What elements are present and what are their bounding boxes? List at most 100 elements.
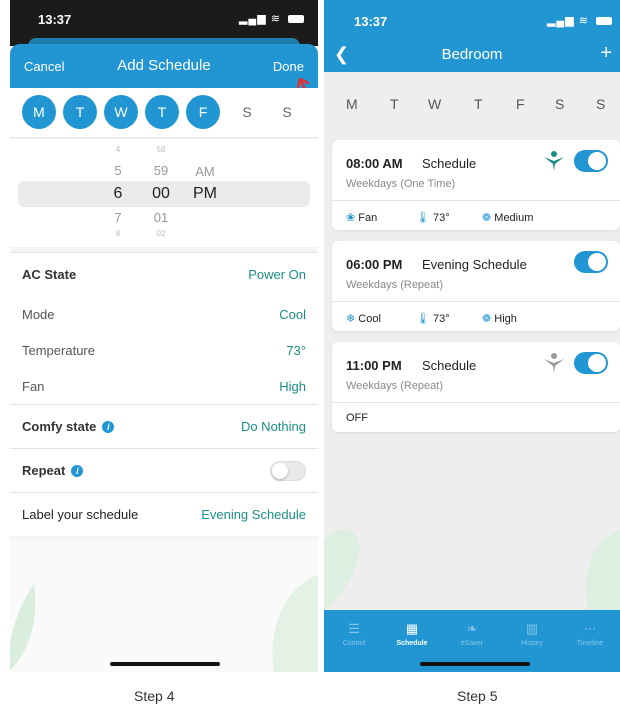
schedule-card[interactable]: 08:00 AM Schedule Weekdays (One Time) ❀ …	[332, 140, 620, 230]
temperature-value[interactable]: 73°	[286, 343, 306, 358]
leaf-decoration-icon	[272, 574, 318, 672]
item-text: Medium	[494, 212, 534, 224]
schedule-toggle[interactable]	[574, 251, 608, 273]
status-time: 13:37	[38, 12, 72, 27]
day-wednesday[interactable]: W	[428, 96, 441, 112]
comfy-state-label: Comfy state i	[22, 419, 115, 434]
schedule-card[interactable]: 06:00 PM Evening Schedule Weekdays (Repe…	[332, 241, 620, 331]
schedule-label-row[interactable]: Label your schedule Evening Schedule	[10, 492, 318, 536]
status-icons: ▂▄▆ ≋	[547, 14, 612, 27]
day-label: S	[282, 104, 292, 120]
picker-minute[interactable]: 58	[148, 145, 174, 154]
comfy-state-value[interactable]: Do Nothing	[241, 419, 306, 434]
day-saturday[interactable]: S	[555, 96, 564, 112]
picker-pm-selected[interactable]: PM	[190, 185, 220, 203]
comfy-person-icon	[544, 353, 564, 373]
picker-hour[interactable]: 5	[108, 163, 128, 178]
mode-value[interactable]: Cool	[279, 307, 306, 322]
add-schedule-button[interactable]: +	[600, 42, 612, 65]
repeat-toggle[interactable]	[270, 461, 306, 481]
leaf-decoration-icon	[585, 530, 620, 610]
fan-speed-item: ❁ Medium	[482, 211, 533, 224]
repeat-text: Repeat	[22, 463, 66, 478]
ac-off-item: OFF	[346, 412, 368, 424]
comfy-person-icon	[544, 151, 564, 171]
day-thursday[interactable]: T	[145, 95, 179, 129]
day-thursday[interactable]: T	[474, 96, 483, 112]
day-label: T	[75, 104, 85, 120]
info-icon[interactable]: i	[102, 421, 115, 433]
comfy-state-row[interactable]: Comfy state i Do Nothing	[10, 404, 318, 448]
ac-state-label: AC State	[22, 267, 77, 282]
modal-header: Cancel Add Schedule Done	[10, 44, 318, 88]
status-icons: ▂▄▆ ≋	[239, 12, 304, 25]
temperature-item: 🌡 73°	[416, 211, 450, 224]
time-picker[interactable]: 4 5 6 7 8 58 59 00 01 02 AM PM	[10, 139, 318, 247]
picker-hour[interactable]: 8	[108, 229, 128, 238]
weekday-filter: M T W T F S S	[324, 96, 620, 116]
tab-control[interactable]: ☰ Control	[326, 620, 382, 647]
fan-row[interactable]: Fan High	[10, 368, 318, 404]
wifi-icon: ≋	[270, 13, 281, 25]
signal-icon: ▂▄▆	[546, 15, 575, 27]
picker-minute[interactable]: 59	[148, 163, 174, 178]
tab-history[interactable]: ▥ History	[504, 620, 560, 647]
battery-icon	[596, 17, 612, 26]
battery-icon	[288, 15, 304, 24]
picker-minute-selected[interactable]: 00	[148, 185, 174, 203]
fan-value[interactable]: High	[279, 379, 306, 394]
day-monday[interactable]: M	[346, 96, 358, 112]
item-text: Cool	[358, 313, 381, 325]
day-label: W	[114, 104, 128, 120]
temperature-label: Temperature	[22, 343, 95, 358]
ac-state-value[interactable]: Power On	[248, 267, 306, 282]
temperature-item: 🌡 73°	[416, 312, 450, 325]
tab-timeline[interactable]: ⋯ Timeline	[562, 620, 618, 647]
day-tuesday[interactable]: T	[390, 96, 399, 112]
tab-schedule[interactable]: ▦ Schedule	[384, 620, 440, 647]
divider	[332, 402, 620, 403]
picker-minute[interactable]: 01	[148, 210, 174, 225]
schedule-name: Schedule	[422, 358, 477, 373]
schedule-toggle[interactable]	[574, 352, 608, 374]
schedule-recurrence: Weekdays (Repeat)	[346, 380, 444, 392]
snowflake-icon: ❄	[346, 313, 356, 325]
day-friday[interactable]: F	[516, 96, 525, 112]
item-text: Fan	[358, 212, 378, 224]
day-tuesday[interactable]: T	[63, 95, 97, 129]
schedule-list-screen: 13:37 ▂▄▆ ≋ ❮ Bedroom + M T W T F S S 08…	[324, 0, 620, 672]
done-button[interactable]: Done	[273, 59, 304, 74]
schedule-toggle[interactable]	[574, 150, 608, 172]
picker-am[interactable]: AM	[190, 164, 220, 179]
mode-row[interactable]: Mode Cool	[10, 296, 318, 332]
step-4-caption: Step 4	[134, 688, 175, 704]
day-wednesday[interactable]: W	[104, 95, 138, 129]
ac-mode-item: ❄ Cool	[346, 312, 381, 325]
day-label: M	[33, 104, 45, 120]
fan-mode-item: ❀ Fan	[346, 211, 377, 224]
day-sunday[interactable]: S	[270, 95, 304, 129]
schedule-label-value[interactable]: Evening Schedule	[201, 507, 306, 522]
schedule-time: 11:00 PM	[346, 358, 402, 373]
day-label: S	[242, 104, 252, 120]
tab-esaver[interactable]: ❧ eSaver	[444, 620, 500, 647]
comfy-state-text: Comfy state	[22, 419, 97, 434]
status-time: 13:37	[354, 14, 388, 29]
info-icon[interactable]: i	[71, 465, 84, 477]
item-text: 73°	[433, 212, 450, 224]
picker-minute[interactable]: 02	[148, 229, 174, 238]
ac-state-row[interactable]: AC State Power On	[10, 252, 318, 296]
temperature-row[interactable]: Temperature 73°	[10, 332, 318, 368]
day-saturday[interactable]: S	[230, 95, 264, 129]
item-text: High	[494, 313, 517, 325]
day-sunday[interactable]: S	[596, 96, 605, 112]
day-monday[interactable]: M	[22, 95, 56, 129]
picker-hour-selected[interactable]: 6	[108, 185, 128, 203]
picker-hour[interactable]: 4	[108, 145, 128, 154]
schedule-label-label: Label your schedule	[22, 507, 139, 522]
picker-hour[interactable]: 7	[108, 210, 128, 225]
schedule-card[interactable]: 11:00 PM Schedule Weekdays (Repeat) OFF	[332, 342, 620, 432]
thermometer-icon: 🌡	[416, 212, 430, 224]
fan-icon: ❀	[346, 212, 356, 224]
day-friday[interactable]: F	[186, 95, 220, 129]
